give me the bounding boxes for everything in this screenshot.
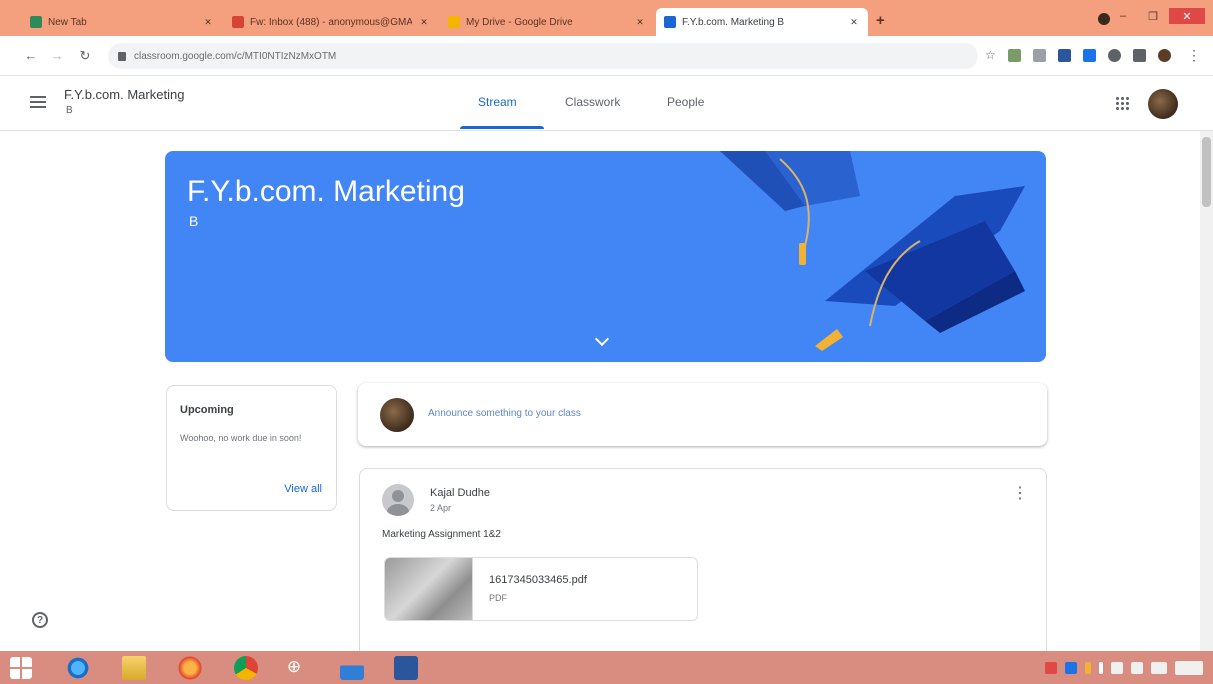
tab-stream[interactable]: Stream [478,95,517,109]
lock-icon [118,51,126,61]
user-avatar [380,398,414,432]
volume-icon[interactable] [1131,662,1143,674]
windows-start-icon[interactable] [10,657,32,679]
active-tab-indicator [460,126,544,129]
back-arrow-icon[interactable]: ← [22,48,40,63]
extensions-puzzle-icon[interactable] [1132,48,1146,62]
windows-taskbar: ⊕ [0,651,1213,684]
announce-box[interactable]: Announce something to your class [358,383,1047,446]
hamburger-menu-icon[interactable] [30,96,46,108]
clock-icon[interactable] [1175,661,1203,675]
browser-tab-classroom[interactable]: F.Y.b.com. Marketing B ✕ [656,8,868,36]
browser-tab-strip: New Tab ✕ Fw: Inbox (488) - anonymous@GM… [0,0,1213,36]
upcoming-body: Woohoo, no work due in soon! [180,433,302,443]
view-all-link[interactable]: View all [284,483,322,495]
window-controls: – ❐ ✕ [1109,8,1205,24]
close-tab-icon[interactable]: ✕ [202,17,214,28]
chrome-icon[interactable] [234,656,258,680]
language-icon[interactable] [1151,662,1167,674]
attachment-thumbnail [385,558,473,620]
account-avatar[interactable] [1148,89,1178,119]
announce-placeholder[interactable]: Announce something to your class [428,408,581,419]
extension-icons: ☆ [985,48,1171,62]
post-date: 2 Apr [430,503,452,513]
scrollbar-thumb[interactable] [1202,137,1211,207]
extension-icon[interactable] [1032,48,1046,62]
browser-tab-new-tab[interactable]: New Tab ✕ [22,8,222,36]
tray-app-icon[interactable] [1045,662,1057,674]
browser-tab-mail[interactable]: Fw: Inbox (488) - anonymous@GMAIL ✕ [224,8,438,36]
tray-chevron-icon[interactable] [1099,662,1103,674]
class-banner: F.Y.b.com. Marketing B [165,151,1046,362]
close-window-button[interactable]: ✕ [1169,8,1205,24]
attachment-card[interactable]: 1617345033465.pdf PDF [384,557,698,621]
extension-icon[interactable] [1082,48,1096,62]
browser-tab-label: Fw: Inbox (488) - anonymous@GMAIL [250,16,412,28]
bookmark-star-icon[interactable]: ☆ [985,48,996,62]
system-tray [1045,661,1203,675]
classroom-header: F.Y.b.com. Marketing B Stream Classwork … [0,77,1213,131]
browser-menu-icon[interactable]: ⋮ [1187,47,1201,64]
attachment-type: PDF [489,593,507,603]
page-scrollbar[interactable] [1200,131,1213,651]
more-options-icon[interactable]: ⋮ [1012,486,1028,502]
url-text: classroom.google.com/c/MTI0NTIzNzMxOTM [134,50,337,62]
browser-tab-label: F.Y.b.com. Marketing B [682,16,785,28]
post-author: Kajal Dudhe [430,487,490,499]
browser-tab-label: New Tab [48,16,87,28]
close-tab-icon[interactable]: ✕ [418,17,430,28]
profile-avatar-icon[interactable] [1157,48,1171,62]
magnifier-icon[interactable]: ⊕ [282,656,306,680]
file-explorer-icon[interactable] [122,656,146,680]
close-tab-icon[interactable]: ✕ [848,17,860,28]
mail-favicon-icon [232,16,244,28]
upcoming-card: Upcoming Woohoo, no work due in soon! Vi… [166,385,337,511]
extension-icon[interactable] [1057,48,1071,62]
tab-people[interactable]: People [667,95,704,109]
internet-explorer-icon[interactable] [66,656,90,680]
banner-class-title: F.Y.b.com. Marketing [187,175,465,208]
google-apps-grid-icon[interactable] [1115,96,1129,110]
browser-tab-label: My Drive - Google Drive [466,16,573,28]
classroom-favicon-icon [664,16,676,28]
extension-icon[interactable] [1107,48,1121,62]
network-icon[interactable] [1111,662,1123,674]
close-tab-icon[interactable]: ✕ [634,17,646,28]
browser-tab-drive[interactable]: My Drive - Google Drive ✕ [440,8,654,36]
tray-app-icon[interactable] [1065,662,1077,674]
onedrive-icon[interactable] [340,656,364,680]
firefox-icon[interactable] [178,656,202,680]
word-icon[interactable] [394,656,418,680]
tab-classwork[interactable]: Classwork [565,95,620,109]
tray-app-icon[interactable] [1085,662,1091,674]
header-class-section: B [66,105,73,116]
stream-post: Kajal Dudhe 2 Apr ⋮ Marketing Assignment… [359,468,1047,668]
maximize-button[interactable]: ❐ [1139,8,1167,24]
drive-favicon-icon [448,16,460,28]
new-tab-favicon-icon [30,16,42,28]
post-text: Marketing Assignment 1&2 [382,529,501,540]
header-class-name[interactable]: F.Y.b.com. Marketing [64,87,184,102]
new-tab-button[interactable]: + [876,12,885,29]
banner-class-section: B [189,213,199,229]
reload-icon[interactable]: ↻ [76,48,94,64]
help-icon[interactable]: ? [32,612,48,628]
address-bar-row: ← → ↻ classroom.google.com/c/MTI0NTIzNzM… [0,36,1213,76]
omnibox[interactable]: classroom.google.com/c/MTI0NTIzNzMxOTM [108,43,978,69]
forward-arrow-icon[interactable]: → [48,48,66,63]
extension-icon[interactable] [1007,48,1021,62]
author-avatar [382,484,414,516]
attachment-filename: 1617345033465.pdf [489,574,587,586]
minimize-button[interactable]: – [1109,8,1137,24]
upcoming-title: Upcoming [180,404,234,416]
